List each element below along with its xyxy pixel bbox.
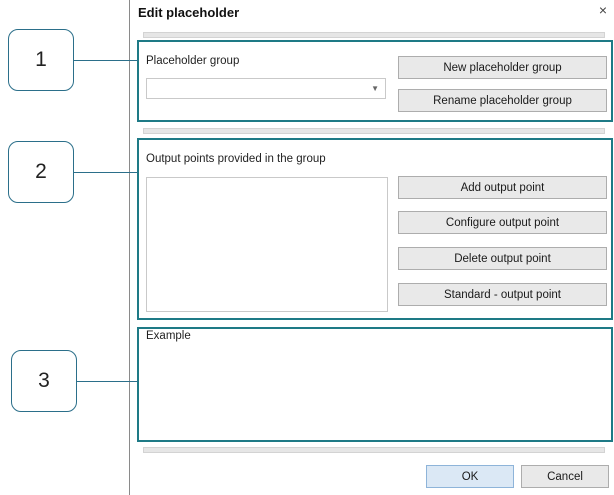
- output-points-list[interactable]: [146, 177, 388, 312]
- standard-output-point-button[interactable]: Standard - output point: [398, 283, 607, 306]
- example-label: Example: [146, 330, 191, 342]
- separator-middle: [143, 128, 605, 134]
- rename-placeholder-group-button[interactable]: Rename placeholder group: [398, 89, 607, 112]
- add-output-point-button[interactable]: Add output point: [398, 176, 607, 199]
- callout-1: 1: [8, 29, 74, 91]
- dialog-title: Edit placeholder: [138, 5, 240, 20]
- placeholder-group-label: Placeholder group: [146, 55, 240, 67]
- callout-3-leader: [77, 381, 138, 382]
- delete-output-point-button[interactable]: Delete output point: [398, 247, 607, 270]
- new-placeholder-group-button[interactable]: New placeholder group: [398, 56, 607, 79]
- close-icon[interactable]: ×: [596, 3, 610, 17]
- separator-bottom: [143, 447, 605, 453]
- output-points-label: Output points provided in the group: [146, 153, 326, 165]
- callout-2: 2: [8, 141, 74, 203]
- dropdown-arrow-icon[interactable]: ▼: [371, 84, 379, 93]
- example-highlight: [137, 327, 613, 442]
- callout-3: 3: [11, 350, 77, 412]
- configure-output-point-button[interactable]: Configure output point: [398, 211, 607, 234]
- separator-top: [143, 32, 605, 38]
- placeholder-group-combobox[interactable]: ▼: [146, 78, 386, 99]
- callout-2-leader: [74, 172, 138, 173]
- callout-1-leader: [74, 60, 138, 61]
- ok-button[interactable]: OK: [426, 465, 514, 488]
- cancel-button[interactable]: Cancel: [521, 465, 609, 488]
